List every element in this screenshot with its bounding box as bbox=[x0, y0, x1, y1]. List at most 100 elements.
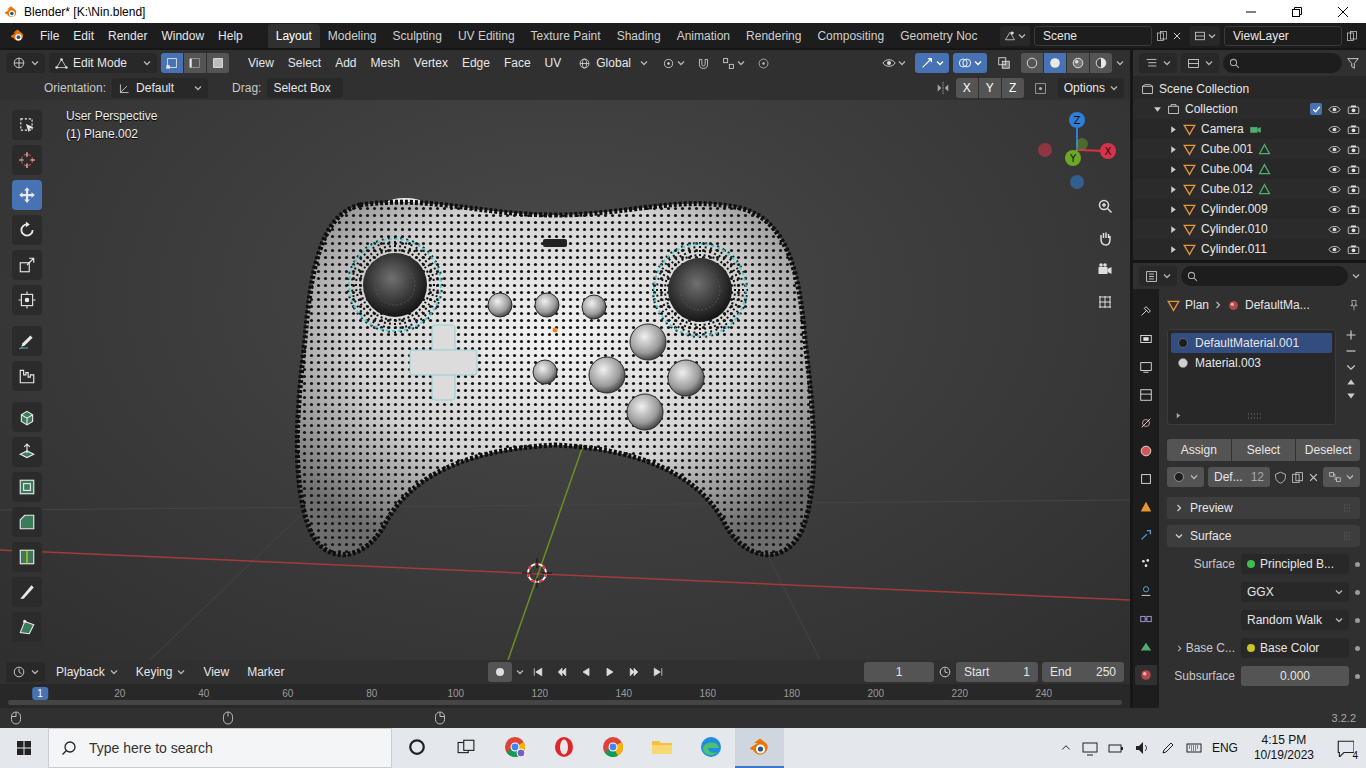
minus-icon[interactable] bbox=[1345, 345, 1357, 357]
render-camera-icon[interactable] bbox=[1347, 183, 1360, 196]
mirror-axis-button[interactable]: Z bbox=[1002, 78, 1024, 98]
scene-selector[interactable]: Scene bbox=[1000, 26, 1182, 46]
tool-button[interactable] bbox=[12, 542, 42, 572]
scene-field[interactable]: Scene bbox=[1034, 26, 1152, 46]
workspace-tab[interactable]: Sculpting bbox=[385, 24, 450, 48]
clock[interactable]: 4:15 PM10/19/2023 bbox=[1248, 733, 1320, 763]
tool-button[interactable] bbox=[12, 250, 42, 280]
workspace-tab[interactable]: UV Editing bbox=[450, 24, 523, 48]
pan-button[interactable] bbox=[1092, 225, 1118, 251]
task-view-button[interactable] bbox=[441, 728, 490, 768]
shading-button[interactable] bbox=[1067, 53, 1089, 73]
properties-tab[interactable] bbox=[1135, 441, 1157, 461]
workspace-tab[interactable]: Layout bbox=[268, 24, 320, 48]
material-name-field[interactable]: Def...12 bbox=[1208, 467, 1270, 487]
playback-button[interactable] bbox=[648, 662, 668, 682]
outliner-row[interactable]: Cube.012 bbox=[1133, 179, 1366, 199]
navigation-gizmo-icon[interactable]: YZX bbox=[1028, 106, 1123, 201]
tool-button[interactable] bbox=[12, 577, 42, 607]
eye-icon[interactable] bbox=[1328, 123, 1341, 136]
header-menu[interactable]: View bbox=[241, 56, 281, 70]
playback-button[interactable] bbox=[600, 662, 620, 682]
select-mode-button[interactable] bbox=[161, 53, 183, 73]
current-frame-field[interactable]: 1 bbox=[864, 662, 934, 682]
tool-button[interactable] bbox=[12, 472, 42, 502]
editor-type-dropdown[interactable] bbox=[6, 662, 45, 682]
mirror-axis-button[interactable]: Y bbox=[979, 78, 1001, 98]
tool-button[interactable] bbox=[12, 612, 42, 642]
display-mode-dropdown[interactable] bbox=[1181, 53, 1219, 73]
editor-type-dropdown[interactable] bbox=[1139, 53, 1177, 73]
visibility-button[interactable] bbox=[877, 53, 911, 73]
workspace-tab[interactable]: Compositing bbox=[809, 24, 892, 48]
node-tree-dropdown[interactable] bbox=[1323, 467, 1360, 487]
viewport-canvas[interactable] bbox=[0, 100, 1130, 660]
shading-button[interactable] bbox=[1044, 53, 1066, 73]
outliner-row[interactable]: Cube.004 bbox=[1133, 159, 1366, 179]
outliner-row[interactable]: Cylinder.011 bbox=[1133, 239, 1366, 259]
menu-item[interactable]: Edit bbox=[66, 29, 101, 43]
tool-button[interactable] bbox=[12, 215, 42, 245]
outliner-row[interactable]: Scene Collection bbox=[1133, 79, 1366, 99]
chevron-down-icon[interactable] bbox=[1345, 361, 1357, 373]
taskbar-app[interactable] bbox=[588, 728, 637, 768]
render-camera-icon[interactable] bbox=[1347, 123, 1360, 136]
scene-type-button[interactable] bbox=[1000, 26, 1030, 46]
orientation-dropdown[interactable]: Global bbox=[572, 53, 654, 73]
header-menu[interactable]: Vertex bbox=[407, 56, 455, 70]
controller-mesh[interactable] bbox=[297, 198, 813, 555]
language-indicator[interactable]: ENG bbox=[1212, 741, 1238, 755]
editor-type-dropdown[interactable] bbox=[6, 53, 45, 73]
collection-checkbox[interactable] bbox=[1310, 103, 1322, 115]
timeline-menu[interactable]: Playback bbox=[49, 665, 125, 679]
material-browse[interactable] bbox=[1167, 467, 1204, 487]
workspace-tab[interactable]: Texture Paint bbox=[523, 24, 609, 48]
tool-button[interactable] bbox=[12, 180, 42, 210]
start-button[interactable] bbox=[0, 728, 48, 768]
zoom-button[interactable] bbox=[1092, 193, 1118, 219]
unlink-icon[interactable] bbox=[1308, 472, 1319, 483]
socket-field[interactable]: Principled B... bbox=[1241, 554, 1349, 574]
options-dropdown[interactable]: Options bbox=[1058, 78, 1124, 98]
shading-button[interactable] bbox=[1021, 53, 1043, 73]
menu-item[interactable]: Help bbox=[211, 29, 250, 43]
keyframe-dot[interactable] bbox=[1355, 674, 1360, 679]
camera-view-button[interactable] bbox=[1092, 257, 1118, 283]
eye-icon[interactable] bbox=[1328, 143, 1341, 156]
view-layer-selector[interactable]: ViewLayer bbox=[1190, 26, 1358, 46]
header-menu[interactable]: Mesh bbox=[364, 56, 407, 70]
workspace-tab[interactable]: Rendering bbox=[738, 24, 809, 48]
gizmo-toggle[interactable] bbox=[915, 53, 949, 73]
workspace-tab[interactable]: Geometry Noc bbox=[892, 24, 985, 48]
render-camera-icon[interactable] bbox=[1347, 103, 1360, 116]
properties-tab[interactable] bbox=[1135, 357, 1157, 377]
properties-tab[interactable] bbox=[1135, 637, 1157, 657]
tool-button[interactable] bbox=[12, 326, 42, 356]
render-camera-icon[interactable] bbox=[1347, 243, 1360, 256]
orientation-setting[interactable]: Default bbox=[112, 78, 208, 98]
workspace-tab[interactable]: Modeling bbox=[320, 24, 385, 48]
surface-dropdown[interactable]: Random Walk bbox=[1241, 610, 1349, 630]
cortana-button[interactable] bbox=[392, 728, 441, 768]
view-layer-field[interactable]: ViewLayer bbox=[1224, 26, 1342, 46]
outliner-row[interactable]: Cylinder.009 bbox=[1133, 199, 1366, 219]
render-camera-icon[interactable] bbox=[1347, 163, 1360, 176]
menu-item[interactable]: Render bbox=[101, 29, 154, 43]
render-camera-icon[interactable] bbox=[1347, 143, 1360, 156]
panel-header[interactable]: Surface bbox=[1167, 525, 1360, 547]
editor-type-dropdown[interactable] bbox=[1139, 266, 1177, 286]
tool-button[interactable] bbox=[12, 145, 42, 175]
keyframe-dot[interactable] bbox=[1355, 618, 1360, 623]
drag-setting[interactable]: Select Box bbox=[267, 78, 343, 98]
slot-button[interactable]: Assign bbox=[1167, 439, 1231, 461]
outliner-row[interactable]: Collection bbox=[1133, 99, 1366, 119]
pivot-button[interactable] bbox=[658, 53, 688, 73]
menu-item[interactable]: File bbox=[33, 29, 66, 43]
surface-dropdown[interactable]: GGX bbox=[1241, 582, 1349, 602]
properties-tab[interactable] bbox=[1135, 301, 1157, 321]
outliner-search[interactable] bbox=[1223, 53, 1342, 73]
slot-button[interactable]: Select bbox=[1232, 439, 1296, 461]
render-camera-icon[interactable] bbox=[1347, 223, 1360, 236]
xray-toggle[interactable] bbox=[991, 53, 1017, 73]
move-up-icon[interactable] bbox=[1346, 377, 1356, 387]
